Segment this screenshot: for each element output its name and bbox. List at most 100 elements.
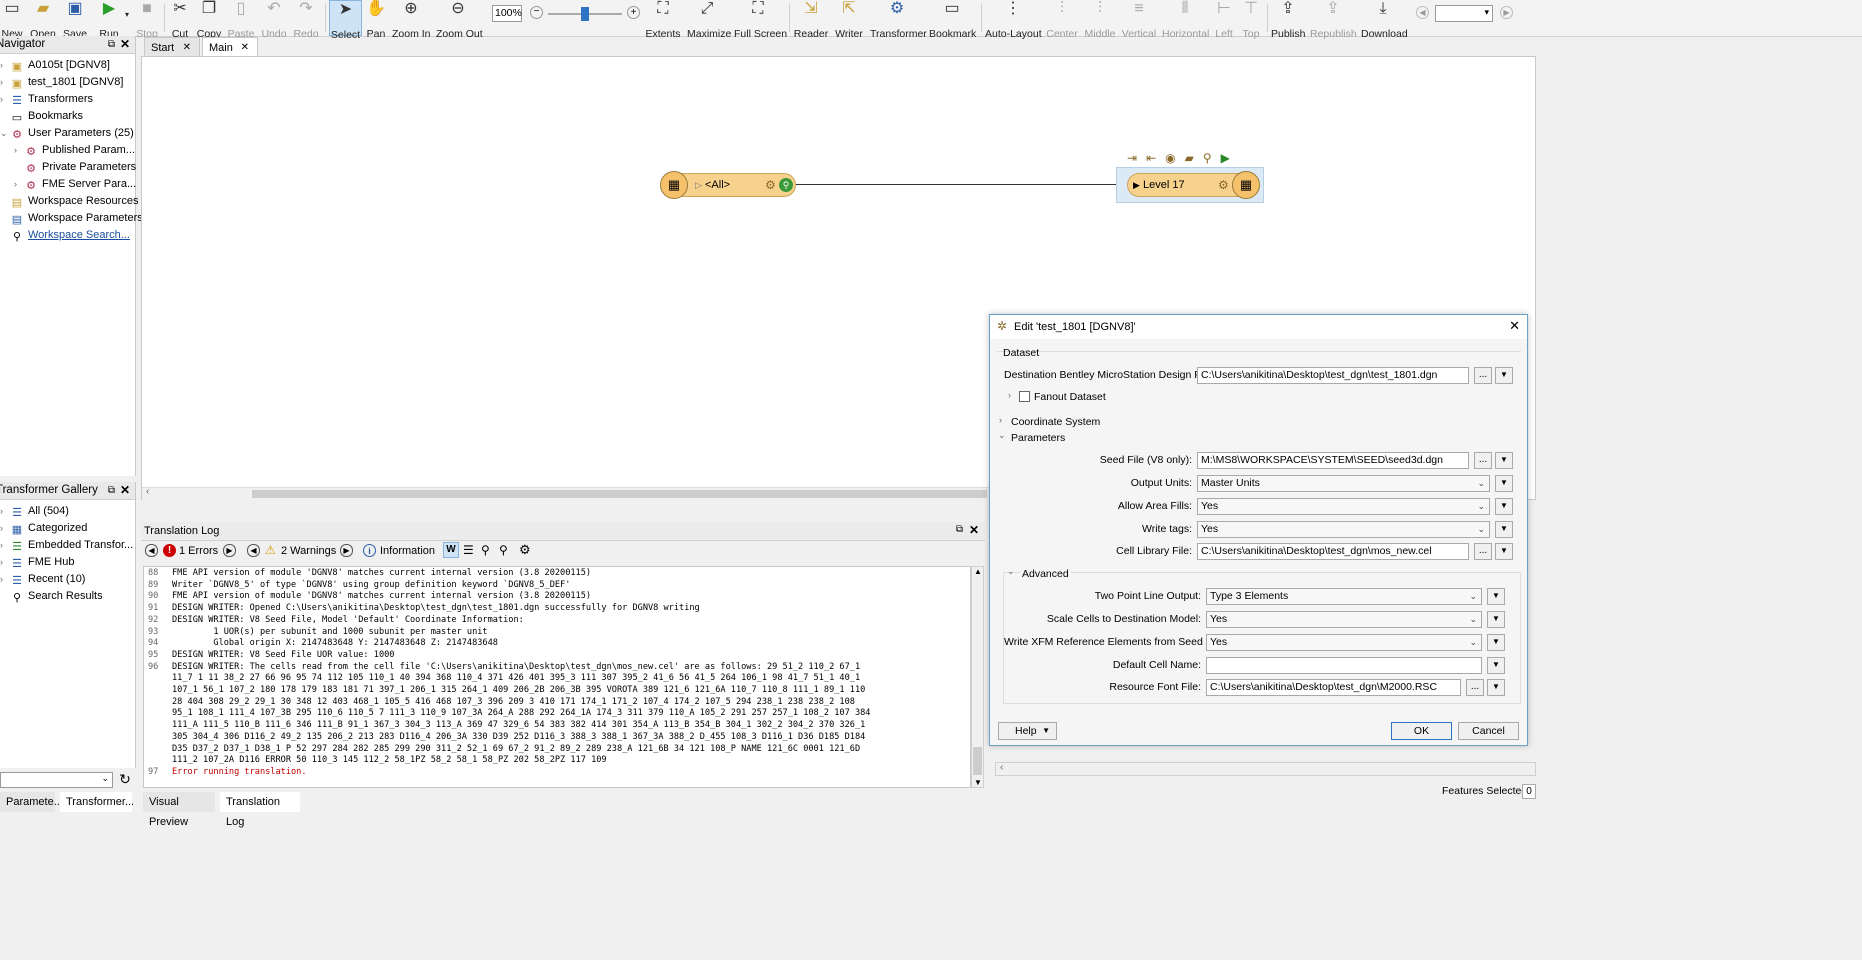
coordinate-system-section[interactable]: Coordinate System <box>1011 415 1100 429</box>
download-button[interactable]: ⤓ Download <box>1361 0 1408 40</box>
maximize-button[interactable]: ⤢ Maximize <box>687 0 731 40</box>
write-tags-select[interactable]: Yes ⌄ <box>1197 521 1490 538</box>
resource-font-input[interactable]: C:\Users\anikitina\Desktop\test_dgn\M200… <box>1206 679 1461 696</box>
next-icon[interactable]: ▶ <box>223 544 236 557</box>
full-screen-button[interactable]: ⛶ Full Screen <box>734 0 787 40</box>
value-menu-button[interactable]: ▼ <box>1495 521 1513 538</box>
value-menu-button[interactable]: ▼ <box>1487 611 1505 628</box>
republish-button[interactable]: ⇪ Republish <box>1310 0 1357 40</box>
tree-item-fme-server-parameters[interactable]: › ⚙ FME Server Para... <box>14 176 136 193</box>
value-menu-button[interactable]: ▼ <box>1487 634 1505 651</box>
zoom-slider-handle[interactable] <box>581 7 589 21</box>
tab-main[interactable]: Main ✕ <box>202 37 258 57</box>
value-menu-button[interactable]: ▼ <box>1487 657 1505 674</box>
parameters-section[interactable]: Parameters <box>1011 431 1065 445</box>
gallery-item-search-results[interactable]: ⚲ Search Results <box>0 588 103 605</box>
zoom-minus-icon[interactable]: − <box>530 6 543 19</box>
zoom-level-input[interactable]: 100% <box>492 5 522 22</box>
connect-in-icon[interactable]: ⇥ <box>1127 151 1146 165</box>
close-icon[interactable]: ✕ <box>183 38 191 58</box>
cache-icon[interactable]: ◉ <box>1165 151 1184 165</box>
redo-button[interactable]: ↷ Redo <box>293 0 319 40</box>
connection-line[interactable] <box>794 184 1129 185</box>
tab-translation-log[interactable]: Translation Log <box>220 792 300 828</box>
value-menu-button[interactable]: ▼ <box>1495 498 1513 515</box>
tree-item-private-parameters[interactable]: ⚙ Private Parameters <box>14 159 136 176</box>
gallery-item-embedded[interactable]: › ☰ Embedded Transfor... <box>0 537 133 554</box>
open-button[interactable]: ▰ Open <box>28 0 58 40</box>
zoom-in-button[interactable]: ⊕ Zoom In <box>392 0 431 40</box>
writer-button[interactable]: ⇱ Writer <box>834 0 864 40</box>
gear-icon[interactable]: ⚙ <box>519 542 531 558</box>
filter-icon[interactable]: ⚲ <box>499 543 508 557</box>
browse-button[interactable]: ... <box>1474 452 1492 469</box>
float-panel-icon[interactable]: ⧉ <box>108 482 115 499</box>
destination-file-input[interactable]: C:\Users\anikitina\Desktop\test_dgn\test… <box>1197 367 1469 384</box>
value-menu-button[interactable]: ▼ <box>1487 679 1505 696</box>
zoom-plus-icon[interactable]: + <box>627 6 640 19</box>
tree-item-bookmarks[interactable]: ▭ Bookmarks <box>0 108 83 125</box>
tree-item-writer[interactable]: › ▣ test_1801 [DGNV8] <box>0 74 123 91</box>
browse-button[interactable]: ... <box>1466 679 1484 696</box>
back-arrow-icon[interactable]: ◀ <box>1416 6 1429 19</box>
log-vertical-scrollbar[interactable]: ▲ ▼ <box>971 566 984 788</box>
value-menu-button[interactable]: ▼ <box>1495 452 1513 469</box>
scale-cells-select[interactable]: Yes ⌄ <box>1206 611 1482 628</box>
distribute-horizontal-button[interactable]: ⦀ Horizontal <box>1162 0 1209 40</box>
scrollbar-thumb[interactable] <box>252 490 987 498</box>
tree-item-transformers[interactable]: › ☰ Transformers <box>0 91 93 108</box>
list-icon[interactable]: ☰ <box>463 543 474 557</box>
open-folder-icon[interactable]: ▰ <box>1185 151 1203 165</box>
browse-button[interactable]: ... <box>1474 367 1492 384</box>
bookmark-button[interactable]: ▭ Bookmark <box>929 0 976 40</box>
tab-start[interactable]: Start ✕ <box>144 37 200 57</box>
scrollbar-thumb[interactable] <box>973 747 982 775</box>
paste-button[interactable]: ▯ Paste <box>227 0 255 40</box>
run-to-here-icon[interactable]: ▶ <box>1221 151 1239 165</box>
chevron-down-icon[interactable]: ⌄ <box>998 430 1006 441</box>
zoom-out-button[interactable]: ⊖ Zoom Out <box>436 0 483 40</box>
run-dropdown[interactable]: ▾ <box>122 0 132 36</box>
distribute-vertical-button[interactable]: ≡ Vertical <box>1121 0 1157 40</box>
tree-item-reader[interactable]: › ▣ A0105t [DGNV8] <box>0 57 110 74</box>
transformer-button[interactable]: ⚙ Transformer <box>870 0 927 40</box>
value-menu-button[interactable]: ▼ <box>1495 543 1513 560</box>
output-units-select[interactable]: Master Units ⌄ <box>1197 475 1490 492</box>
close-icon[interactable]: ✕ <box>120 36 130 53</box>
advanced-section[interactable]: Advanced <box>1020 567 1071 581</box>
value-menu-button[interactable]: ▼ <box>1495 367 1513 384</box>
close-icon[interactable]: ✕ <box>969 523 979 537</box>
connect-out-icon[interactable]: ⇤ <box>1146 151 1165 165</box>
forward-arrow-icon[interactable]: ▶ <box>1500 6 1513 19</box>
scroll-left-icon[interactable]: ‹ <box>1000 762 1003 773</box>
previous-icon[interactable]: ◀ <box>247 544 260 557</box>
scroll-down-icon[interactable]: ▼ <box>974 778 982 787</box>
tree-item-workspace-resources[interactable]: ▤ Workspace Resources <box>0 193 139 210</box>
chevron-right-icon[interactable]: › <box>1008 390 1011 400</box>
value-menu-button[interactable]: ▼ <box>1495 475 1513 492</box>
warnings-filter-button[interactable]: 2 Warnings <box>281 545 336 557</box>
help-button[interactable]: Help ▼ <box>998 722 1057 740</box>
undo-button[interactable]: ↶ Undo <box>260 0 288 40</box>
chevron-down-icon[interactable]: ⌄ <box>1007 566 1015 577</box>
float-panel-icon[interactable]: ⧉ <box>108 36 115 53</box>
save-button[interactable]: ▣ Save <box>62 0 88 40</box>
seed-file-input[interactable]: M:\MS8\WORKSPACE\SYSTEM\SEED\seed3d.dgn <box>1197 452 1469 469</box>
align-left-button[interactable]: ⊢ Left <box>1213 0 1235 40</box>
cancel-button[interactable]: Cancel <box>1458 722 1519 740</box>
errors-filter-button[interactable]: 1 Errors <box>179 545 218 557</box>
browse-button[interactable]: ... <box>1474 543 1492 560</box>
align-middle-button[interactable]: ⫶ Middle <box>1084 0 1116 40</box>
tab-visual-preview[interactable]: Visual Preview <box>143 792 215 828</box>
auto-layout-button[interactable]: ⋮ Auto-Layout <box>985 0 1042 40</box>
select-button[interactable]: ➤ Select <box>329 0 362 41</box>
gear-icon[interactable]: ⚙ <box>765 174 776 196</box>
allow-area-fills-select[interactable]: Yes ⌄ <box>1197 498 1490 515</box>
gallery-item-recent[interactable]: › ☰ Recent (10) <box>0 571 85 588</box>
two-point-line-select[interactable]: Type 3 Elements ⌄ <box>1206 588 1482 605</box>
word-wrap-icon[interactable]: W <box>443 542 459 558</box>
toolbar-dropdown[interactable]: ▾ <box>1435 5 1493 22</box>
gallery-item-fme-hub[interactable]: › ☰ FME Hub <box>0 554 74 571</box>
stop-button[interactable]: ■ Stop <box>134 0 160 40</box>
publish-button[interactable]: ⇪ Publish <box>1271 0 1305 40</box>
